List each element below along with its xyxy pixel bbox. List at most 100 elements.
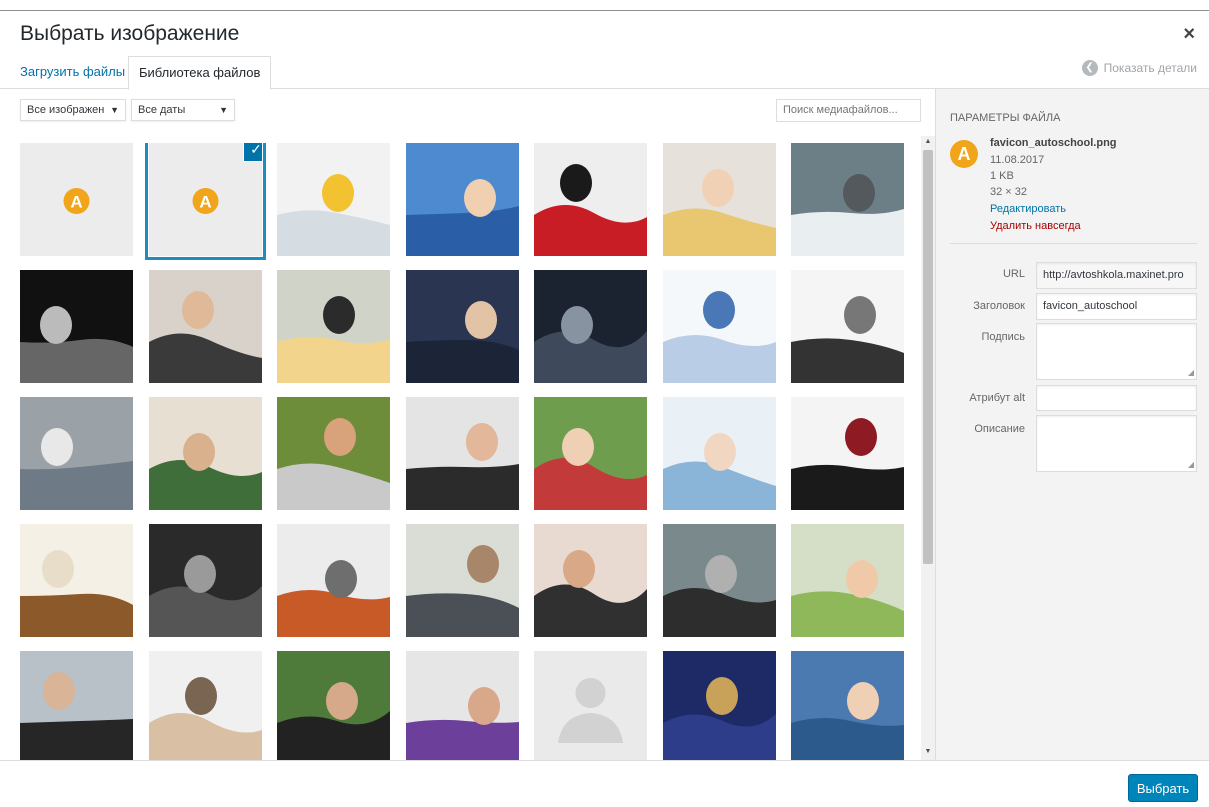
delete-permanently-link[interactable]: Удалить навсегда — [990, 220, 1081, 232]
attachments-grid: A A ✓ — [20, 143, 910, 760]
attachment-thumbnail[interactable] — [663, 143, 776, 256]
title-label: Заголовок — [973, 300, 1025, 312]
attachment-thumbnail[interactable] — [406, 651, 519, 760]
scroll-up-arrow-icon[interactable]: ▲ — [921, 136, 935, 148]
logo-image: A — [20, 143, 133, 256]
photo-image — [791, 651, 904, 760]
attachment-thumbnail[interactable] — [534, 397, 647, 510]
attachment-thumbnail[interactable] — [534, 524, 647, 637]
attachment-thumbnail[interactable] — [149, 524, 262, 637]
attachment-thumbnail[interactable] — [277, 651, 390, 760]
attachment-thumbnail[interactable]: A — [20, 143, 133, 256]
photo-image — [20, 524, 133, 637]
photo-image — [534, 270, 647, 383]
photo-image — [406, 270, 519, 383]
select-button[interactable]: Выбрать — [1128, 774, 1198, 802]
modal-title: Выбрать изображение — [20, 22, 240, 45]
photo-image — [663, 270, 776, 383]
attachment-thumbnail[interactable] — [663, 524, 776, 637]
attachment-thumbnail[interactable] — [406, 270, 519, 383]
photo-image — [277, 524, 390, 637]
attachment-thumbnail[interactable] — [406, 524, 519, 637]
attachment-thumbnail[interactable] — [20, 524, 133, 637]
resize-handle-icon[interactable]: ◢ — [1188, 460, 1194, 469]
photo-image — [791, 270, 904, 383]
attachment-thumbnail[interactable] — [791, 397, 904, 510]
attachment-thumbnail[interactable]: A ✓ — [149, 143, 262, 256]
attachment-thumbnail[interactable] — [534, 143, 647, 256]
attachment-thumbnail[interactable] — [534, 651, 647, 760]
photo-image — [277, 397, 390, 510]
photo-image — [149, 651, 262, 760]
photo-image — [663, 524, 776, 637]
attachment-thumbnail[interactable] — [791, 651, 904, 760]
attachment-thumbnail[interactable] — [791, 524, 904, 637]
caption-textarea[interactable]: ◢ — [1036, 323, 1197, 380]
photo-image — [791, 397, 904, 510]
photo-image — [277, 143, 390, 256]
attachment-thumbnail[interactable] — [406, 143, 519, 256]
file-name: favicon_autoschool.png — [990, 137, 1117, 149]
attachment-thumbnail[interactable] — [149, 270, 262, 383]
title-field[interactable]: favicon_autoschool — [1036, 293, 1197, 320]
photo-image — [20, 651, 133, 760]
search-media-input[interactable]: Поиск медиафайлов... — [776, 99, 921, 122]
show-details-label: Показать детали — [1103, 61, 1197, 75]
edit-image-link[interactable]: Редактировать — [990, 203, 1066, 215]
attachment-thumbnail[interactable] — [791, 143, 904, 256]
photo-image — [277, 651, 390, 760]
attachment-thumbnail[interactable] — [663, 270, 776, 383]
attachment-thumbnail[interactable] — [20, 397, 133, 510]
tab-upload-files[interactable]: Загрузить файлы — [10, 56, 135, 87]
photo-image — [534, 524, 647, 637]
attachment-thumbnail[interactable] — [663, 651, 776, 760]
attachment-thumbnail[interactable] — [277, 524, 390, 637]
photo-image — [20, 397, 133, 510]
photo-image — [406, 651, 519, 760]
date-filter-select[interactable]: Все даты ▼ — [131, 99, 235, 121]
attachment-thumbnail[interactable] — [406, 397, 519, 510]
photo-image — [20, 270, 133, 383]
svg-text:A: A — [70, 193, 82, 212]
photo-image — [663, 143, 776, 256]
photo-image — [663, 651, 776, 760]
url-label: URL — [1002, 268, 1025, 280]
url-field[interactable]: http://avtoshkola.maxinet.pro — [1036, 262, 1197, 289]
close-icon[interactable]: × — [1183, 24, 1195, 44]
file-thumbnail-icon: A — [950, 140, 978, 168]
attachment-thumbnail[interactable] — [149, 651, 262, 760]
scrollbar-thumb[interactable] — [923, 150, 933, 564]
type-filter-select[interactable]: Все изображен ▼ — [20, 99, 126, 121]
media-tabs: Загрузить файлы Библиотека файлов — [0, 56, 1209, 90]
photo-image — [663, 397, 776, 510]
caption-label: Подпись — [981, 331, 1025, 343]
attachment-thumbnail[interactable] — [149, 397, 262, 510]
tab-media-library[interactable]: Библиотека файлов — [128, 56, 272, 90]
svg-text:A: A — [199, 193, 211, 212]
attachment-thumbnail[interactable] — [20, 651, 133, 760]
attachment-thumbnail[interactable] — [534, 270, 647, 383]
attachment-thumbnail[interactable] — [277, 270, 390, 383]
details-heading: Параметры файла — [950, 112, 1061, 124]
photo-image — [149, 524, 262, 637]
attachment-thumbnail[interactable] — [20, 270, 133, 383]
scroll-down-arrow-icon[interactable]: ▼ — [921, 746, 935, 758]
alt-text-field[interactable] — [1036, 385, 1197, 411]
photo-image — [406, 397, 519, 510]
attachment-thumbnail[interactable] — [663, 397, 776, 510]
photo-image — [406, 524, 519, 637]
resize-handle-icon[interactable]: ◢ — [1188, 368, 1194, 377]
attachment-thumbnail[interactable] — [277, 143, 390, 256]
attachment-thumbnail[interactable] — [791, 270, 904, 383]
modal-top-border — [0, 10, 1209, 11]
show-details-toggle[interactable]: ❮ Показать детали — [1081, 60, 1197, 76]
attachment-thumbnail[interactable] — [277, 397, 390, 510]
description-label: Описание — [974, 423, 1025, 435]
description-textarea[interactable]: ◢ — [1036, 415, 1197, 472]
photo-image — [149, 397, 262, 510]
check-icon[interactable]: ✓ — [244, 143, 262, 161]
type-filter-value: Все изображен — [27, 104, 105, 116]
photo-image — [791, 524, 904, 637]
modal-toolbar — [0, 760, 1209, 807]
avatar-placeholder-image — [534, 651, 647, 760]
